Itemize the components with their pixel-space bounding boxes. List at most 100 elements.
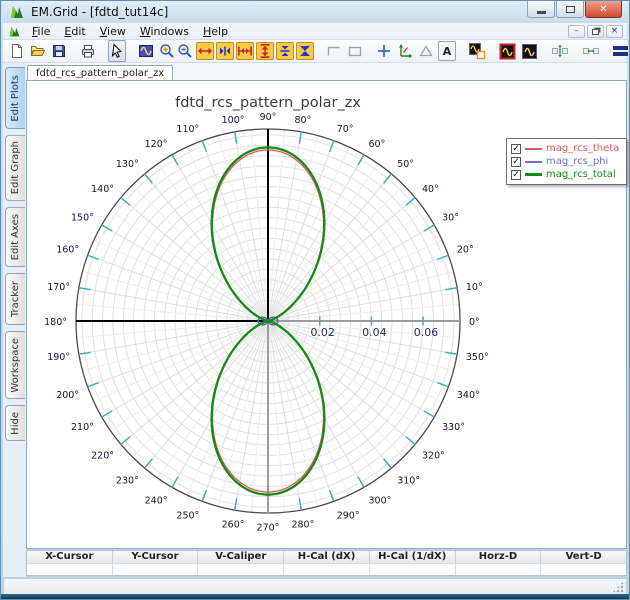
minimize-button[interactable] <box>527 1 555 18</box>
svg-text:280°: 280° <box>291 519 314 530</box>
sidebar-tab-edit-graph[interactable]: Edit Graph <box>5 135 25 201</box>
text-a-icon: A <box>443 45 452 58</box>
rect-select-icon <box>348 46 362 57</box>
open-button[interactable] <box>29 41 47 61</box>
svg-text:260°: 260° <box>222 519 245 530</box>
slope-tool-button[interactable] <box>417 41 435 61</box>
close-button[interactable]: ✕ <box>585 1 622 18</box>
legend-entry-mag_rcs_total: ✓ mag_rcs_total <box>511 168 619 181</box>
edit-graph-button[interactable] <box>498 41 517 61</box>
compress-y-icon <box>280 46 290 56</box>
sidebar-tab-workspace[interactable]: Workspace <box>5 331 25 399</box>
compress-x-button[interactable] <box>216 42 234 60</box>
svg-text:150°: 150° <box>71 213 94 224</box>
mdi-restore-icon <box>592 29 599 35</box>
svg-text:30°: 30° <box>442 213 459 224</box>
svg-text:290°: 290° <box>337 510 360 521</box>
readout-header-row: X-Cursor Y-Cursor V-Caliper H-Cal (dX) H-Cal… <box>27 551 627 563</box>
svg-text:240°: 240° <box>145 496 168 507</box>
sidebar-tab-edit-plots[interactable]: Edit Plots <box>5 67 25 129</box>
mdi-restore-button[interactable] <box>587 25 604 38</box>
svg-text:270°: 270° <box>257 523 280 534</box>
new-graph-button[interactable] <box>467 41 487 61</box>
axes-tool-button[interactable] <box>396 41 414 61</box>
expand-x-button[interactable] <box>196 42 214 60</box>
compress-y-button[interactable] <box>276 42 294 60</box>
app-logo-icon <box>11 6 23 18</box>
fit-view-button[interactable] <box>137 41 155 61</box>
svg-text:220°: 220° <box>91 451 114 462</box>
menu-file[interactable]: File <box>25 24 57 39</box>
svg-text:160°: 160° <box>56 244 79 255</box>
zoom-out-button[interactable] <box>176 41 194 61</box>
readout-cell <box>455 563 542 575</box>
graph-properties-button[interactable] <box>520 41 539 61</box>
legend-line-swatch <box>525 147 542 150</box>
maximize-button[interactable] <box>556 1 584 18</box>
sidebar-tab-edit-axes[interactable]: Edit Axes <box>5 207 25 267</box>
tab-fdtd-rcs-pattern-polar-zx[interactable]: fdtd_rcs_pattern_polar_zx <box>27 65 174 80</box>
save-button[interactable] <box>50 41 68 61</box>
print-icon <box>82 45 94 58</box>
menu-windows[interactable]: Windows <box>133 24 196 39</box>
mdi-close-button[interactable]: × <box>606 25 623 38</box>
svg-text:10°: 10° <box>466 282 483 293</box>
svg-text:200°: 200° <box>56 390 79 401</box>
svg-text:100°: 100° <box>222 115 245 126</box>
align-horizontal-icon <box>583 48 599 54</box>
svg-text:230°: 230° <box>116 476 139 487</box>
axes-icon <box>399 44 413 58</box>
pointer-tool-button[interactable] <box>108 40 126 62</box>
zoom-in-button[interactable] <box>158 41 176 61</box>
legend-label: mag_rcs_phi <box>546 156 609 167</box>
svg-text:130°: 130° <box>116 159 139 170</box>
text-tool-button[interactable]: A <box>438 41 456 61</box>
legend-checkbox[interactable]: ✓ <box>511 156 521 167</box>
fit-x-button[interactable] <box>236 42 254 60</box>
svg-text:60°: 60° <box>369 139 386 150</box>
sidebar-tab-label: Workspace <box>10 337 21 393</box>
print-button[interactable] <box>79 41 97 61</box>
svg-text:110°: 110° <box>176 124 199 135</box>
readout-header: H-Cal (dX) <box>284 551 370 563</box>
readout-header: Horz-D <box>455 551 542 563</box>
svg-text:0.06: 0.06 <box>414 326 439 339</box>
rect-select-button[interactable] <box>346 41 364 61</box>
menu-edit[interactable]: Edit <box>57 24 92 39</box>
new-document-icon <box>12 44 22 58</box>
zoom-in-icon <box>160 44 174 58</box>
readout-cell <box>112 563 199 575</box>
resize-grip-icon[interactable] <box>612 581 624 593</box>
app-window: EM.Grid - [fdtd_tut14c] ✕ File Edit View Wi… <box>0 0 630 600</box>
title-bar: EM.Grid - [fdtd_tut14c] ✕ <box>2 1 628 23</box>
svg-text:210°: 210° <box>71 422 94 433</box>
menu-help[interactable]: Help <box>196 24 235 39</box>
mdi-minimize-button[interactable]: – <box>568 25 585 38</box>
corner-select-icon <box>327 46 340 56</box>
legend-entry-mag_rcs_phi: ✓ mag_rcs_phi <box>511 155 619 168</box>
tab-strip: fdtd_rcs_pattern_polar_zx <box>26 63 627 80</box>
triangle-icon <box>419 45 433 57</box>
svg-text:50°: 50° <box>397 159 414 170</box>
new-document-button[interactable] <box>8 41 26 61</box>
legend[interactable]: ✓ mag_rcs_theta ✓ mag_rcs_phi ✓ mag_rcs_total <box>506 138 628 185</box>
menu-view[interactable]: View <box>93 24 133 39</box>
legend-checkbox[interactable]: ✓ <box>511 169 521 180</box>
layout-button[interactable]: Layout <box>613 44 629 58</box>
svg-text:20°: 20° <box>457 244 474 255</box>
crosshair-button[interactable] <box>375 41 393 61</box>
fit-y-button[interactable] <box>296 42 314 60</box>
tab-label: fdtd_rcs_pattern_polar_zx <box>36 68 165 79</box>
align-vertical-button[interactable] <box>550 41 570 61</box>
svg-text:170°: 170° <box>47 282 70 293</box>
svg-text:350°: 350° <box>466 352 489 363</box>
expand-y-button[interactable] <box>256 42 274 60</box>
expand-y-icon <box>260 44 270 58</box>
sidebar-tab-hide[interactable]: Hide <box>5 405 25 441</box>
sidebar-tab-tracker[interactable]: Tracker <box>5 273 25 325</box>
readout-cell <box>198 563 285 575</box>
readout-value-row <box>27 563 627 575</box>
legend-checkbox[interactable]: ✓ <box>511 143 521 154</box>
align-horizontal-button[interactable] <box>581 41 601 61</box>
corner-select-button[interactable] <box>325 41 343 61</box>
